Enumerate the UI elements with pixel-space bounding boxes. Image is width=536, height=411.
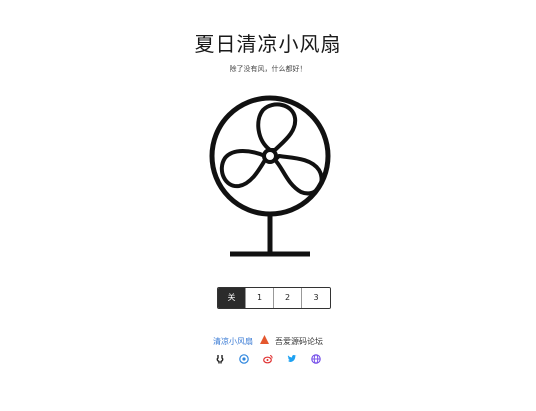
water-drop-icon: [259, 335, 269, 344]
globe-icon[interactable]: [311, 354, 321, 364]
fan-hub: [262, 148, 278, 164]
weibo-icon[interactable]: [263, 354, 273, 364]
electric-fan-icon: [209, 95, 331, 257]
social-icons: [0, 354, 536, 364]
page-subtitle: 除了没有风，什么都好！: [229, 65, 307, 73]
speed-selector: 关 1 2 3: [217, 287, 331, 309]
qq-icon[interactable]: [239, 354, 249, 364]
site-name[interactable]: 吾爱源码论坛: [275, 337, 323, 346]
speed-1-button[interactable]: 1: [246, 288, 274, 308]
page-title: 夏日清凉小风扇: [194, 32, 342, 56]
speed-3-button[interactable]: 3: [302, 288, 330, 308]
page: 夏日清凉小风扇 除了没有风，什么都好！ 关 1 2 3 清凉小风扇 吾爱源码论坛: [0, 0, 536, 411]
twitter-icon[interactable]: [287, 354, 297, 364]
footer-credit: 清凉小风扇 吾爱源码论坛: [0, 335, 536, 347]
github-icon[interactable]: [215, 354, 225, 364]
fan-blade-top: [256, 102, 298, 152]
fan-blade-right: [273, 154, 324, 196]
project-link[interactable]: 清凉小风扇: [213, 337, 253, 346]
fan-blade-left: [219, 149, 267, 189]
speed-off-button[interactable]: 关: [218, 288, 246, 308]
speed-2-button[interactable]: 2: [274, 288, 302, 308]
